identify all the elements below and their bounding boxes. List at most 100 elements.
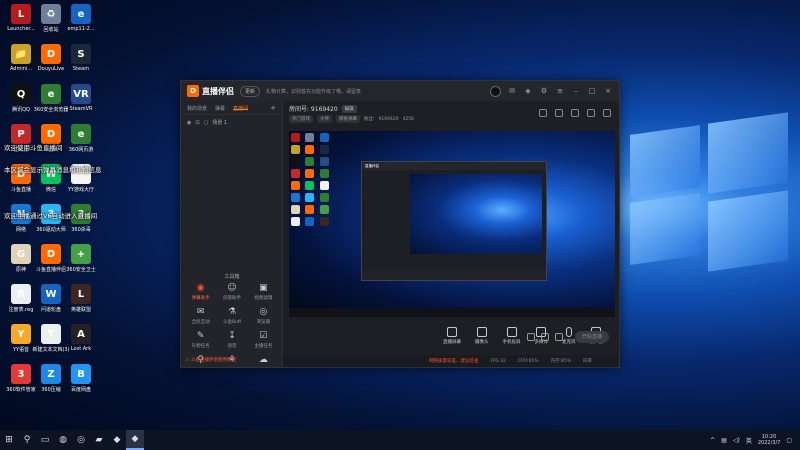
desktop-icon[interactable]: T 新建文本文档(3) bbox=[32, 324, 70, 362]
toolbox-item[interactable]: ☺ 房管助手 bbox=[216, 283, 247, 301]
control-camera[interactable]: 摄像头 bbox=[475, 327, 489, 345]
control-phone[interactable]: 手机投屏 bbox=[503, 327, 521, 345]
preview-taskbar bbox=[289, 308, 615, 317]
scene-row[interactable]: ◉ ⊡ ▢ 场景 1 bbox=[181, 115, 282, 130]
taskbar-app-douyu[interactable]: ◆ bbox=[108, 430, 126, 450]
desktop-icon[interactable]: Y YY语音 bbox=[4, 324, 38, 362]
tool-icon: ⚗ bbox=[227, 307, 237, 317]
toolbox-item[interactable]: ▣ 视频滤镜 bbox=[248, 283, 279, 301]
desktop-icon[interactable]: A Lost Ark bbox=[64, 324, 98, 362]
desktop-icon[interactable]: 3 360软件管家 bbox=[4, 364, 38, 402]
gear-icon[interactable] bbox=[555, 333, 563, 341]
preview-canvas[interactable]: 直播伴侣 bbox=[289, 131, 615, 317]
maximize-icon[interactable]: □ bbox=[587, 86, 597, 96]
tool-label: 浏览器 bbox=[256, 320, 271, 325]
taskbar-app-chrome[interactable]: ◍ bbox=[54, 430, 72, 450]
preview-icon bbox=[291, 169, 300, 178]
fans-count: 9169420 bbox=[378, 116, 399, 122]
app-icon: ♻ bbox=[41, 4, 61, 24]
edit-room-button[interactable]: 编辑 bbox=[341, 104, 357, 113]
template-tag[interactable]: 模板弹幕 bbox=[336, 115, 360, 123]
desktop-icon-label: 注册表.reg bbox=[8, 307, 34, 313]
ime-indicator[interactable]: 英 bbox=[746, 436, 752, 445]
eye-icon[interactable]: ◉ bbox=[187, 120, 191, 126]
avatar[interactable] bbox=[490, 85, 501, 97]
lock-icon[interactable]: ⊡ bbox=[195, 120, 199, 126]
nested-title: 直播伴侣 bbox=[362, 162, 546, 170]
close-icon[interactable]: × bbox=[603, 86, 613, 96]
desktop-icon[interactable]: 📁 Admini... bbox=[4, 44, 38, 82]
add-icon[interactable]: + bbox=[270, 105, 276, 112]
desktop-icon[interactable]: W 问道轮盘 bbox=[34, 284, 68, 322]
scene-label: 场景 1 bbox=[212, 120, 228, 126]
message-icon[interactable]: ✉ bbox=[507, 86, 517, 96]
volume-icon[interactable]: ◁) bbox=[733, 437, 740, 444]
tab-live-room[interactable]: 直播间 bbox=[233, 105, 249, 112]
notification-icon[interactable]: ▢ bbox=[786, 437, 792, 444]
desktop-icon[interactable]: D DouyuLive bbox=[34, 44, 68, 82]
desktop-icon-label: emp11-2... bbox=[67, 26, 95, 32]
nested-screen bbox=[410, 174, 542, 254]
app-logo: D 直播伴侣 bbox=[187, 85, 234, 97]
desktop-icon[interactable]: e emp11-2... bbox=[64, 4, 98, 42]
toolbox-item[interactable]: ☁ bbox=[248, 355, 279, 367]
tab-scenes[interactable]: 我的场景 bbox=[187, 105, 207, 112]
taskbar-app-steam[interactable]: ◎ bbox=[72, 430, 90, 450]
taskbar-app-folder[interactable]: ▰ bbox=[90, 430, 108, 450]
desktop-icon[interactable]: +360安全卫士 bbox=[64, 244, 98, 282]
app-icon: G bbox=[11, 244, 31, 264]
effect-icon[interactable] bbox=[541, 333, 549, 341]
share-icon[interactable] bbox=[603, 109, 611, 117]
desktop-icon[interactable]: e 360安全浏览器 bbox=[34, 84, 68, 122]
douyu-logo-icon: D bbox=[187, 85, 199, 97]
start-live-button[interactable]: 开始直播 bbox=[575, 331, 609, 343]
toolbox-item[interactable]: ⚗ 斗鱼Buff bbox=[216, 307, 247, 325]
app-icon: + bbox=[71, 244, 91, 264]
update-pill[interactable]: 更新 bbox=[240, 85, 261, 97]
delete-icon[interactable]: ▢ bbox=[204, 120, 209, 126]
clock[interactable]: 10:20 2022/3/7 bbox=[758, 434, 780, 446]
tool-icon: ☺ bbox=[227, 283, 237, 293]
start-icon[interactable]: ⊞ bbox=[0, 430, 18, 450]
toolbox-item[interactable]: ✎ 礼物任务 bbox=[185, 331, 216, 349]
desktop-icon[interactable]: D 斗鱼直播伴侣 bbox=[34, 244, 68, 282]
network-icon[interactable]: ▤ bbox=[721, 437, 727, 444]
title-bar[interactable]: D 直播伴侣 更新 礼物计算，识别首充功能升级了哦，请留意 ✉ ◈ ⚙ ≡ – … bbox=[181, 81, 619, 101]
minimize-icon[interactable]: – bbox=[571, 86, 581, 96]
tray-expand-icon[interactable]: ^ bbox=[710, 437, 715, 444]
bell-icon[interactable] bbox=[587, 109, 595, 117]
search-icon[interactable]: ⚲ bbox=[18, 430, 36, 450]
record-icon[interactable] bbox=[539, 109, 547, 117]
desktop-icon[interactable]: ♻ 回收站 bbox=[34, 4, 68, 42]
subcategory-tag[interactable]: 大神 bbox=[317, 115, 332, 123]
tab-danmu[interactable]: 弹幕 bbox=[215, 105, 225, 112]
toolbox-item[interactable]: ☑ 主播任务 bbox=[248, 331, 279, 349]
desktop-icon[interactable]: L 英雄联盟 bbox=[64, 284, 98, 322]
desktop-icon[interactable]: S Steam bbox=[64, 44, 98, 82]
desktop-icon[interactable]: L Launcher... bbox=[4, 4, 38, 42]
menu-icon[interactable]: ≡ bbox=[555, 86, 565, 96]
control-mic[interactable]: 麦克风 bbox=[562, 327, 576, 345]
desktop-icon[interactable]: Q 腾讯QQ bbox=[4, 84, 38, 122]
desktop-icon[interactable]: VR SteamVR bbox=[64, 84, 98, 122]
task-view-icon[interactable]: ▭ bbox=[36, 430, 54, 450]
control-screen[interactable]: 直播屏幕 bbox=[443, 327, 461, 345]
settings-icon[interactable]: ⚙ bbox=[539, 86, 549, 96]
record-video-icon[interactable] bbox=[527, 333, 535, 341]
toolbox-item[interactable]: ◎ 浏览器 bbox=[248, 307, 279, 325]
desktop-icon[interactable]: B 百度网盘 bbox=[64, 364, 98, 402]
toolbox-item[interactable]: ◉ 弹幕助手 bbox=[185, 283, 216, 301]
toolbox-item[interactable]: ↧ 语音 bbox=[216, 331, 247, 349]
screenshot-icon[interactable] bbox=[555, 109, 563, 117]
toolbox-item[interactable]: ✉ 全民互动 bbox=[185, 307, 216, 325]
desktop-icon[interactable]: G 原神 bbox=[4, 244, 38, 282]
tutorial-link[interactable]: ⚠ 斗鱼直播伴侣使用教程 bbox=[185, 357, 236, 364]
app-icon: B bbox=[71, 364, 91, 384]
skin-icon[interactable]: ◈ bbox=[523, 86, 533, 96]
desktop-icon[interactable]: R 注册表.reg bbox=[4, 284, 38, 322]
taskbar-app-live-companion[interactable]: ◆ bbox=[126, 430, 144, 450]
desktop-icon[interactable]: e 360网页游 bbox=[64, 124, 98, 162]
category-tag[interactable]: 热门游戏 bbox=[289, 115, 313, 123]
chart-icon[interactable] bbox=[571, 109, 579, 117]
desktop-icon[interactable]: Z 360压缩 bbox=[34, 364, 68, 402]
